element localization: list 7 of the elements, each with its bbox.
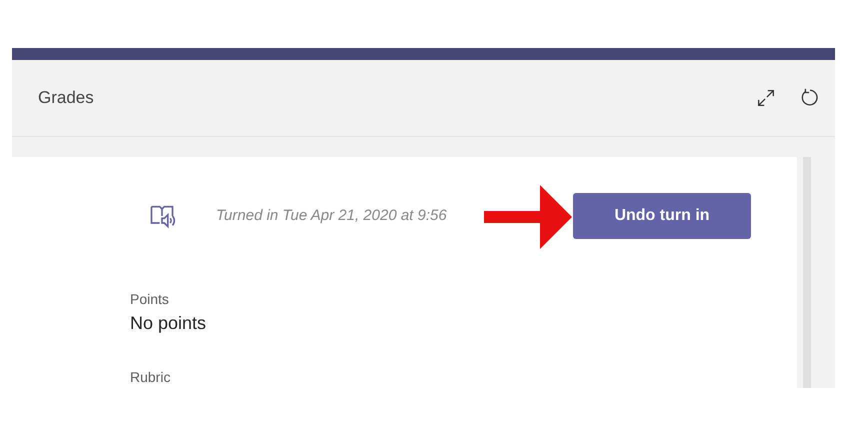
field-label: Points (130, 290, 170, 309)
field-label: Rubric (130, 368, 172, 387)
field-value: No points (130, 312, 208, 335)
undo-turn-in-button[interactable]: Undo turn in (573, 193, 751, 239)
scrollbar[interactable] (803, 157, 811, 388)
header-title: Grades (38, 87, 94, 110)
turned-in-status: Turned in Tue Apr 21, 2020 at 9:56 (216, 206, 447, 226)
